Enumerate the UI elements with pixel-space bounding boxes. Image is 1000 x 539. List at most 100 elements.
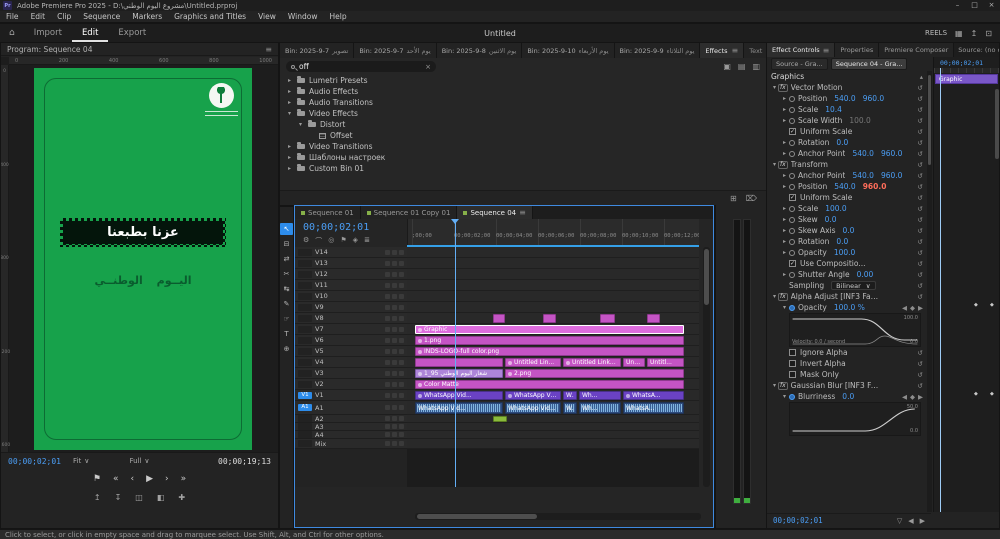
source-assign-a2[interactable] (298, 415, 312, 422)
track-lane-v9[interactable] (407, 302, 699, 313)
track-toggle-icon[interactable] (392, 316, 397, 321)
value-anchor-point-1[interactable]: 960.0 (881, 149, 902, 158)
twirl-icon[interactable]: ▾ (286, 110, 293, 117)
step-forward-button[interactable]: › (165, 474, 169, 484)
twirl-icon[interactable]: ▾ (771, 84, 778, 91)
video-frame[interactable]: عزنا بطبعنا اليــوم الوطنــي (34, 68, 252, 450)
clip-2-png[interactable]: 2.png (505, 369, 684, 378)
track-lane-v14[interactable] (407, 247, 699, 258)
stopwatch-icon[interactable] (789, 228, 795, 234)
track-toggle-icon[interactable] (399, 349, 404, 354)
track-header-v4[interactable]: V4 (295, 357, 407, 368)
track-toggle-icon[interactable] (399, 250, 404, 255)
stopwatch-icon[interactable] (789, 118, 795, 124)
twirl-icon[interactable]: ▸ (781, 238, 788, 245)
ec-row-opacity[interactable]: ▾Opacity100.0 %◀◆▶ (767, 302, 927, 313)
sequence-tab-sequence-01[interactable]: Sequence 01 (295, 206, 361, 219)
next-keyframe-icon[interactable]: ▶ (920, 517, 925, 525)
twirl-icon[interactable]: ▸ (781, 95, 788, 102)
track-select-tool[interactable]: ⊟ (280, 238, 293, 250)
value-position-1[interactable]: 960.0 (863, 94, 884, 103)
reset-parameter-icon[interactable]: ↺ (918, 106, 923, 114)
track-toggle-icon[interactable] (385, 294, 390, 299)
comparison-view-button[interactable]: ◧ (157, 493, 165, 502)
track-header-v3[interactable]: V3 (295, 368, 407, 379)
clip-tab-source-gra[interactable]: Source - Gra... (771, 58, 828, 70)
stopwatch-icon[interactable] (789, 239, 795, 245)
track-toggle-icon[interactable] (385, 261, 390, 266)
track-toggle-icon[interactable] (399, 371, 404, 376)
track-toggle-icon[interactable] (399, 305, 404, 310)
effects-search-input[interactable]: off × (286, 61, 436, 72)
twirl-icon[interactable]: ▸ (781, 227, 788, 234)
value-scale-0[interactable]: 10.4 (825, 105, 842, 114)
track-lane-v11[interactable] (407, 280, 699, 291)
ec-row-skew[interactable]: ▸Skew0.0↺ (767, 214, 927, 225)
track-toggle-icon[interactable] (385, 349, 390, 354)
track-toggle-icon[interactable] (392, 338, 397, 343)
fx-badge-icon[interactable]: fx (778, 161, 788, 169)
source-assign-a4[interactable] (298, 431, 312, 438)
track-toggle-icon[interactable] (385, 432, 390, 437)
collapse-section-icon[interactable]: ▴ (920, 73, 923, 81)
tree-item-custom-bin-01[interactable]: ▸Custom Bin 01 (280, 163, 766, 174)
slip-tool[interactable]: ↹ (280, 283, 293, 295)
twirl-icon[interactable]: ▸ (781, 249, 788, 256)
add-marker-icon[interactable]: ⚑ (340, 236, 346, 246)
previous-keyframe-icon[interactable]: ◀ (902, 393, 907, 401)
tree-item-video-effects[interactable]: ▾Video Effects (280, 108, 766, 119)
checkbox-mask-only[interactable] (789, 371, 796, 378)
clip-w[interactable]: W... (563, 391, 577, 400)
stopwatch-icon[interactable] (789, 305, 795, 311)
track-lane-v10[interactable] (407, 291, 699, 302)
effect-controls-scrollbar[interactable] (927, 71, 932, 512)
tree-item-video-transitions[interactable]: ▸Video Transitions (280, 141, 766, 152)
ec-row-alpha-adjust-inf3-fade-out-blur-hor[interactable]: ▾fxAlpha Adjust [INF3 Fade Out ] Blur Ho… (767, 291, 927, 302)
track-header-v11[interactable]: V11 (295, 280, 407, 291)
track-toggle-icon[interactable] (399, 272, 404, 277)
stopwatch-icon[interactable] (789, 173, 795, 179)
checkbox-ignore-alpha[interactable] (789, 349, 796, 356)
playback-resolution-dropdown[interactable]: Full∨ (1, 457, 278, 465)
track-lane-v12[interactable] (407, 269, 699, 280)
ec-row-ignore-alpha[interactable]: Ignore Alpha↺ (767, 347, 927, 358)
ec-row-scale-width[interactable]: ▸Scale Width100.0↺ (767, 115, 927, 126)
track-toggle-icon[interactable] (392, 371, 397, 376)
checkbox-uniform-scale[interactable]: ✓ (789, 194, 796, 201)
value-skew-axis-0[interactable]: 0.0 (843, 226, 855, 235)
fx-badge-icon[interactable]: fx (778, 382, 788, 390)
twirl-icon[interactable]: ▸ (286, 77, 293, 84)
button-editor-button[interactable]: ✚ (178, 493, 185, 502)
effect-controls-timeline[interactable]: 00;00;02;01 Graphic ◆◆◆◆ (933, 57, 999, 512)
track-toggle-icon[interactable] (392, 441, 397, 446)
stopwatch-icon[interactable] (789, 394, 795, 400)
panel-menu-icon[interactable]: ≡ (732, 46, 739, 55)
twirl-icon[interactable]: ▾ (781, 304, 788, 311)
ripple-edit-tool[interactable]: ⇄ (280, 253, 293, 265)
ec-row-opacity[interactable]: ▸Opacity100.0↺ (767, 247, 927, 258)
selection-tool[interactable]: ↖ (280, 223, 293, 235)
reset-parameter-icon[interactable]: ↺ (918, 205, 923, 213)
value-position-1[interactable]: 960.0 (863, 182, 887, 191)
track-header-v1[interactable]: V1V1 (295, 390, 407, 401)
stopwatch-icon[interactable] (789, 250, 795, 256)
tab-effect-controls[interactable]: Effect Controls≡ (767, 43, 835, 57)
menu-item-graphics-and-titles[interactable]: Graphics and Titles (168, 12, 252, 21)
reset-parameter-icon[interactable]: ↺ (918, 150, 923, 158)
twirl-icon[interactable]: ▸ (286, 165, 293, 172)
track-toggle-icon[interactable] (392, 250, 397, 255)
twirl-icon[interactable]: ▸ (781, 216, 788, 223)
bin-tab-3[interactable]: Bin: 2025-9-10يوم الأربعاء (522, 43, 614, 58)
panel-menu-icon[interactable]: ≡ (265, 45, 272, 54)
timeline-settings-icon[interactable]: ⚙ (303, 236, 309, 246)
track-toggle-icon[interactable] (385, 327, 390, 332)
bin-tab-0[interactable]: Bin: 2025-9-7تصوير (280, 43, 354, 58)
reset-parameter-icon[interactable]: ↺ (918, 227, 923, 235)
text-tab[interactable]: Text (744, 43, 766, 58)
ec-row-transform[interactable]: ▾fxTransform↺ (767, 159, 927, 170)
go-to-out-button[interactable]: » (181, 474, 187, 484)
track-toggle-icon[interactable] (392, 360, 397, 365)
dropdown-sampling[interactable]: Bilinear∨ (831, 281, 875, 290)
track-header-v6[interactable]: V6 (295, 335, 407, 346)
ec-row-skew-axis[interactable]: ▸Skew Axis0.0↺ (767, 225, 927, 236)
